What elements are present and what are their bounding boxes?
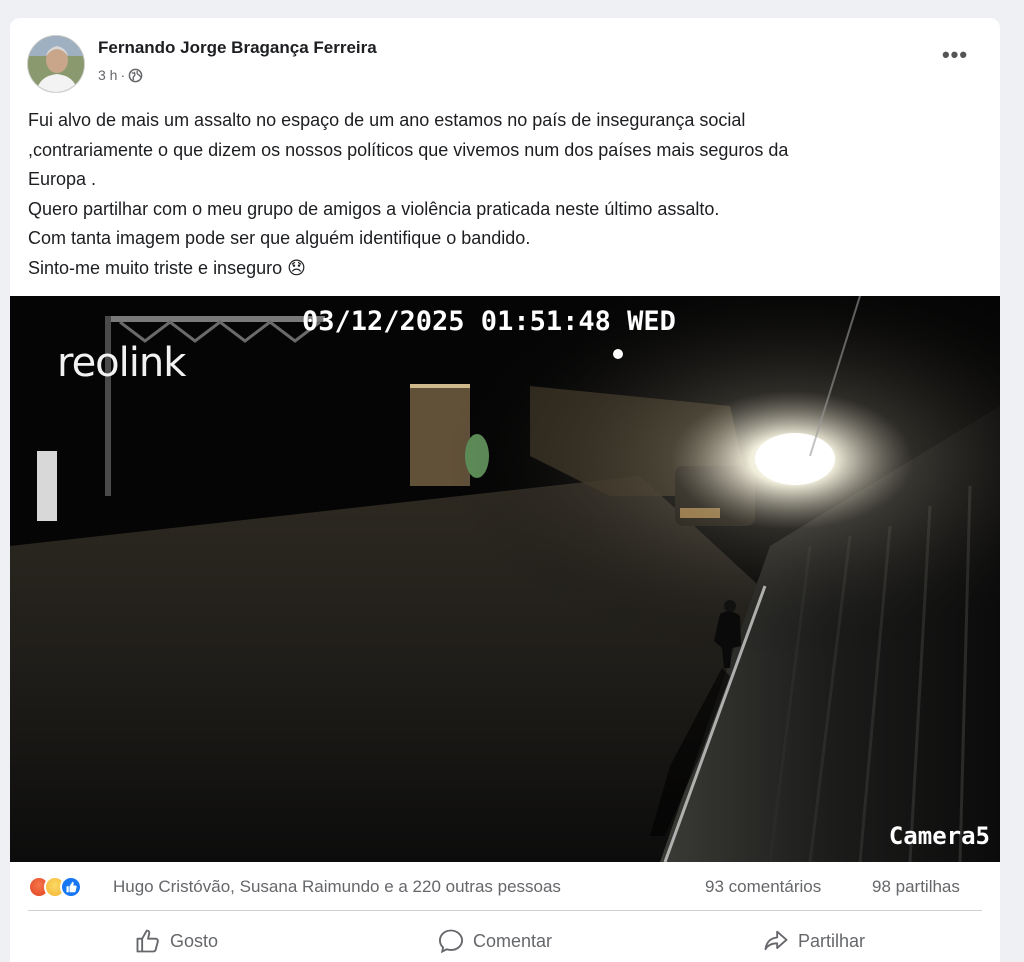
thumbs-up-icon (136, 929, 159, 953)
post-text-line: Fui alvo de mais um assalto no espaço de… (28, 110, 746, 130)
share-arrow-icon (764, 930, 788, 951)
author-avatar[interactable] (27, 35, 85, 93)
like-button-label: Gosto (170, 930, 219, 951)
comment-button[interactable]: Comentar (437, 924, 552, 958)
like-reaction-icon (60, 876, 82, 898)
actions-divider (28, 910, 982, 911)
comment-button-label: Comentar (473, 930, 553, 951)
post-text-line: Europa . (28, 169, 97, 189)
avatar-photo (28, 36, 84, 92)
post-meta: 3 h · (98, 67, 143, 83)
post-text-line: Sinto-me muito triste e inseguro 😞 (28, 257, 306, 278)
reaction-summary[interactable]: Hugo Cristóvão, Susana Raimundo e a 220 … (113, 877, 561, 897)
post-text: Fui alvo de mais um assalto no espaço de… (28, 106, 968, 283)
camera-label: Camera5 (888, 822, 990, 850)
more-options-icon[interactable]: ••• (940, 44, 970, 72)
share-button-label: Partilhar (798, 930, 866, 951)
post-stats: Hugo Cristóvão, Susana Raimundo e a 220 … (10, 864, 1000, 908)
cctv-timestamp: 03/12/2025 01:51:48 WED (302, 306, 676, 337)
meta-separator: · (120, 67, 126, 83)
reolink-watermark: reolink (57, 340, 186, 386)
share-button[interactable]: Partilhar (762, 924, 865, 958)
comment-bubble-icon (438, 929, 464, 954)
post-photo[interactable]: 03/12/2025 01:51:48 WED reolink Camera5 (10, 296, 1000, 862)
comments-count[interactable]: 93 comentários (705, 877, 821, 897)
shares-count[interactable]: 98 partilhas (872, 877, 960, 897)
feed-post: Fernando Jorge Bragança Ferreira 3 h · •… (10, 18, 1000, 962)
post-actions: Gosto Comentar Partilhar (10, 918, 1000, 962)
reaction-icons[interactable] (28, 876, 82, 898)
like-button[interactable]: Gosto (134, 924, 218, 958)
post-text-line: ,contrariamente o que dizem os nossos po… (28, 139, 789, 160)
post-time[interactable]: 3 h (98, 67, 117, 83)
post-text-line: Com tanta imagem pode ser que alguém ide… (28, 228, 531, 248)
author-name[interactable]: Fernando Jorge Bragança Ferreira (98, 38, 377, 58)
post-header: Fernando Jorge Bragança Ferreira 3 h · •… (10, 18, 1000, 98)
post-text-line: Quero partilhar com o meu grupo de amigo… (28, 198, 720, 219)
globe-icon[interactable] (128, 68, 143, 83)
